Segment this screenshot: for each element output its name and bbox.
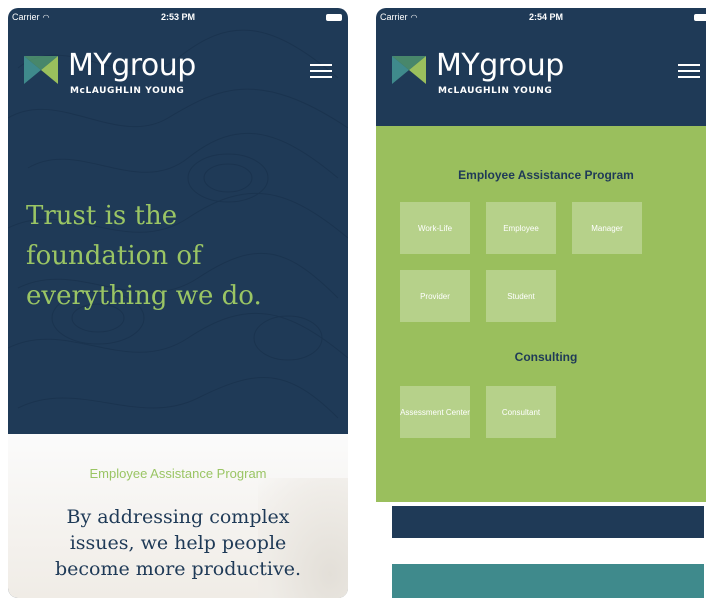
phone-screen-menu: Carrier ◠ 2:54 PM MYgroup McLAUGHLIN YOUN… — [376, 8, 706, 598]
app-header: MYgroup McLAUGHLIN YOUNG — [24, 48, 332, 108]
tile-provider[interactable]: Provider — [400, 270, 470, 322]
hero-headline: Trust is the foundation of everything we… — [26, 196, 338, 316]
phone-screen-home: Carrier ◠ 2:53 PM MYgroup McLAUGHLIN YOUN… — [8, 8, 348, 598]
teal-content-block — [392, 564, 704, 598]
battery-icon — [694, 14, 706, 21]
status-time: 2:54 PM — [528, 12, 563, 22]
consulting-section-title: Consulting — [514, 350, 578, 364]
brand-tagline: McLAUGHLIN YOUNG — [70, 86, 185, 96]
hero-line: Trust is the — [26, 201, 178, 231]
tile-employee[interactable]: Employee — [486, 202, 556, 254]
app-header: MYgroup McLAUGHLIN YOUNG — [392, 48, 700, 108]
status-time: 2:53 PM — [160, 12, 195, 22]
tile-assessment-center[interactable]: Assessment Center — [400, 386, 470, 438]
tile-manager[interactable]: Manager — [572, 202, 642, 254]
section-label: Employee Assistance Program — [89, 466, 267, 481]
brand-name: MYgroup — [68, 48, 196, 83]
eap-section-title: Employee Assistance Program — [458, 168, 634, 182]
mygroup-logo-icon — [24, 56, 58, 84]
hero-line: everything we do. — [26, 281, 262, 311]
hamburger-menu-icon[interactable] — [310, 64, 332, 80]
navy-content-block — [392, 506, 704, 538]
tile-consultant[interactable]: Consultant — [486, 386, 556, 438]
tile-student[interactable]: Student — [486, 270, 556, 322]
program-panel: Employee Assistance Program By addressin… — [8, 434, 348, 598]
program-menu: Employee Assistance Program Work-Life Em… — [376, 126, 706, 502]
status-bar: Carrier ◠ 2:53 PM — [8, 8, 348, 26]
mygroup-logo-icon — [392, 56, 426, 84]
hero-line: foundation of — [26, 241, 202, 271]
brand-tagline: McLAUGHLIN YOUNG — [438, 86, 553, 96]
battery-icon — [326, 14, 342, 21]
tile-work-life[interactable]: Work-Life — [400, 202, 470, 254]
status-bar: Carrier ◠ 2:54 PM — [376, 8, 706, 26]
hamburger-menu-icon[interactable] — [678, 64, 700, 80]
brand-name: MYgroup — [436, 48, 564, 83]
body-copy: By addressing complex issues, we help pe… — [54, 506, 302, 580]
